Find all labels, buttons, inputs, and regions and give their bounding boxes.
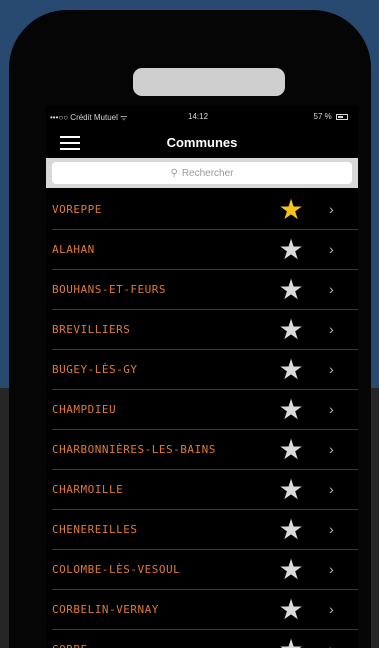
battery-percentage: 57 % [313,112,332,121]
commune-row[interactable]: VOREPPE ★ › [46,190,358,230]
commune-name: CHARMOILLE [52,483,124,496]
chevron-right-icon: › [329,521,334,537]
hamburger-menu-icon[interactable] [60,136,80,150]
chevron-right-icon: › [329,201,334,217]
chevron-right-icon: › [329,321,334,337]
commune-row[interactable]: BUGEY-LÈS-GY ★ › [46,350,358,390]
commune-name: CORBELIN-VERNAY [52,603,159,616]
commune-row[interactable]: BOUHANS-ET-FEURS ★ › [46,270,358,310]
commune-name: CORBE [52,643,88,648]
star-icon[interactable]: ★ [276,516,306,544]
commune-name: CHENEREILLES [52,523,138,536]
star-icon[interactable]: ★ [276,476,306,504]
commune-name: BOUHANS-ET-FEURS [52,283,166,296]
search-input[interactable]: ⚲ Rechercher [52,162,352,184]
commune-row[interactable]: ALAHAN ★ › [46,230,358,270]
star-icon[interactable]: ★ [276,556,306,584]
status-bar: •••○○ Crédit Mutuel ᯤ 14:12 57 % [46,106,358,128]
search-placeholder: Rechercher [181,167,234,179]
commune-name: ALAHAN [52,243,95,256]
commune-name: BUGEY-LÈS-GY [52,363,138,376]
battery-icon [336,113,348,120]
navigation-bar: Communes [46,128,358,158]
star-icon[interactable]: ★ [276,276,306,304]
chevron-right-icon: › [329,561,334,577]
chevron-right-icon: › [329,361,334,377]
star-icon[interactable]: ★ [276,356,306,384]
communes-list: VOREPPE ★ › ALAHAN ★ › BOUHANS-ET-FEURS ★ › BREVI… [46,190,358,648]
star-icon[interactable]: ★ [276,316,306,344]
status-time: 14:12 [188,112,209,121]
chevron-right-icon: › [329,601,334,617]
commune-row[interactable]: CORBELIN-VERNAY ★ › [46,590,358,630]
phone-screen: •••○○ Crédit Mutuel ᯤ 14:12 57 % Commune… [46,106,358,648]
battery-status: 57 % [314,112,348,121]
commune-name: COLOMBE-LÈS-VESOUL [52,563,181,576]
commune-row[interactable]: CHARBONNIÈRES-LES-BAINS ★ › [46,430,358,470]
commune-row[interactable]: CHENEREILLES ★ › [46,510,358,550]
chevron-right-icon: › [329,401,334,417]
carrier-label: •••○○ Crédit Mutuel ᯤ [50,113,128,122]
chevron-right-icon: › [329,441,334,457]
chevron-right-icon: › [329,281,334,297]
star-icon[interactable]: ★ [276,236,306,264]
search-bar: ⚲ Rechercher [46,158,358,188]
commune-name: VOREPPE [52,203,102,216]
commune-row[interactable]: CORBE ★ › [46,630,358,648]
commune-row[interactable]: CHARMOILLE ★ › [46,470,358,510]
star-icon[interactable]: ★ [276,636,306,648]
chevron-right-icon: › [329,641,334,648]
commune-name: CHAMPDIEU [52,403,117,416]
chevron-right-icon: › [329,481,334,497]
star-icon[interactable]: ★ [276,596,306,624]
commune-row[interactable]: COLOMBE-LÈS-VESOUL ★ › [46,550,358,590]
star-icon[interactable]: ★ [276,396,306,424]
favorite-star-icon[interactable]: ★ [276,196,306,224]
phone-speaker [133,68,285,96]
chevron-right-icon: › [329,241,334,257]
commune-name: BREVILLIERS [52,323,131,336]
commune-row[interactable]: CHAMPDIEU ★ › [46,390,358,430]
page-title: Communes [166,135,238,150]
commune-row[interactable]: BREVILLIERS ★ › [46,310,358,350]
search-icon: ⚲ [170,167,178,179]
star-icon[interactable]: ★ [276,436,306,464]
commune-name: CHARBONNIÈRES-LES-BAINS [52,443,216,456]
